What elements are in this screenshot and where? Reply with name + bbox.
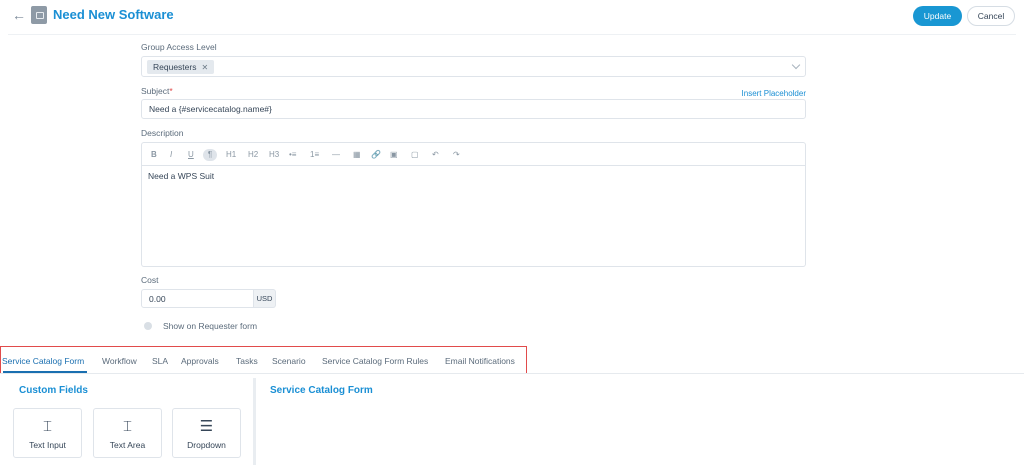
tab-service-catalog-form[interactable]: Service Catalog Form <box>2 356 84 366</box>
numbered-list-icon[interactable]: 1≡ <box>310 149 319 161</box>
group-access-label: Group Access Level <box>141 42 217 52</box>
selected-tag: Requesters ✕ <box>147 60 215 74</box>
description-label: Description <box>141 128 184 138</box>
heading3-icon[interactable]: H3 <box>269 149 279 161</box>
card-label: Text Input <box>29 440 66 450</box>
text-area-icon: ⌶ <box>122 417 132 435</box>
show-on-requester-toggle[interactable] <box>144 322 152 330</box>
group-access-select[interactable]: Requesters ✕ <box>141 56 806 77</box>
service-catalog-form-title: Service Catalog Form <box>270 385 373 396</box>
cost-value: 0.00 <box>149 294 166 304</box>
cost-input[interactable]: 0.00 <box>141 289 254 308</box>
update-button[interactable]: Update <box>913 6 962 26</box>
bold-icon[interactable]: B <box>151 149 157 161</box>
tab-workflow[interactable]: Workflow <box>102 356 137 366</box>
currency-unit: USD <box>254 289 276 308</box>
description-value: Need a WPS Suit <box>148 171 215 181</box>
tab-tasks[interactable]: Tasks <box>236 356 258 366</box>
page-title: Need New Software <box>53 7 174 22</box>
chevron-down-icon[interactable] <box>791 60 801 70</box>
video-icon[interactable]: ▣ <box>390 149 398 161</box>
cost-label: Cost <box>141 275 159 285</box>
tab-sla[interactable]: SLA <box>152 356 168 366</box>
subject-input[interactable]: Need a {#servicecatalog.name#} <box>141 99 806 119</box>
custom-fields-title: Custom Fields <box>19 385 88 396</box>
link-icon[interactable]: 🔗 <box>371 149 381 161</box>
horizontal-rule-icon[interactable]: — <box>332 149 340 161</box>
subject-label-text: Subject <box>141 86 170 96</box>
dropdown-list-icon: ☰ <box>199 417 214 435</box>
back-arrow-icon[interactable]: ← <box>12 8 26 22</box>
image-icon[interactable]: ▢ <box>411 149 419 161</box>
redo-icon[interactable]: ↷ <box>453 149 460 161</box>
editor-toolbar: B I U ¶ H1 H2 H3 •≡ 1≡ — ▦ 🔗 ▣ ▢ ↶ ↷ <box>141 142 806 166</box>
heading1-icon[interactable]: H1 <box>226 149 236 161</box>
table-icon[interactable]: ▦ <box>353 149 361 161</box>
cancel-button[interactable]: Cancel <box>967 6 1015 26</box>
italic-icon[interactable]: I <box>170 149 172 161</box>
tabs-bar: Service Catalog Form Workflow SLA Approv… <box>0 346 527 374</box>
subject-label: Subject* <box>141 86 173 96</box>
text-cursor-icon: ⌶ <box>42 417 52 435</box>
card-label: Text Area <box>109 440 146 450</box>
tab-service-catalog-form-rules[interactable]: Service Catalog Form Rules <box>322 356 428 366</box>
show-on-requester-label: Show on Requester form <box>163 321 258 331</box>
tab-approvals[interactable]: Approvals <box>181 356 219 366</box>
card-label: Dropdown <box>187 440 226 450</box>
tag-remove-icon[interactable]: ✕ <box>201 63 208 72</box>
description-editor[interactable]: Need a WPS Suit <box>141 166 806 267</box>
required-mark: * <box>169 86 173 96</box>
dropdown-card[interactable]: ☰ Dropdown <box>172 408 241 458</box>
bullet-list-icon[interactable]: •≡ <box>289 149 296 161</box>
insert-placeholder-link[interactable]: Insert Placeholder <box>742 89 806 98</box>
underline-icon[interactable]: U <box>188 149 194 161</box>
tab-scenario[interactable]: Scenario <box>272 356 306 366</box>
tabs-divider <box>0 373 1024 374</box>
tag-label: Requesters <box>153 62 197 72</box>
service-catalog-icon <box>31 6 47 24</box>
paragraph-icon[interactable]: ¶ <box>203 149 217 161</box>
heading2-icon[interactable]: H2 <box>248 149 258 161</box>
tab-email-notifications[interactable]: Email Notifications <box>445 356 515 366</box>
undo-icon[interactable]: ↶ <box>432 149 439 161</box>
text-input-card[interactable]: ⌶ Text Input <box>13 408 82 458</box>
text-area-card[interactable]: ⌶ Text Area <box>93 408 162 458</box>
header-divider <box>8 34 1016 35</box>
subject-value: Need a {#servicecatalog.name#} <box>149 104 272 114</box>
pane-divider <box>253 378 256 465</box>
